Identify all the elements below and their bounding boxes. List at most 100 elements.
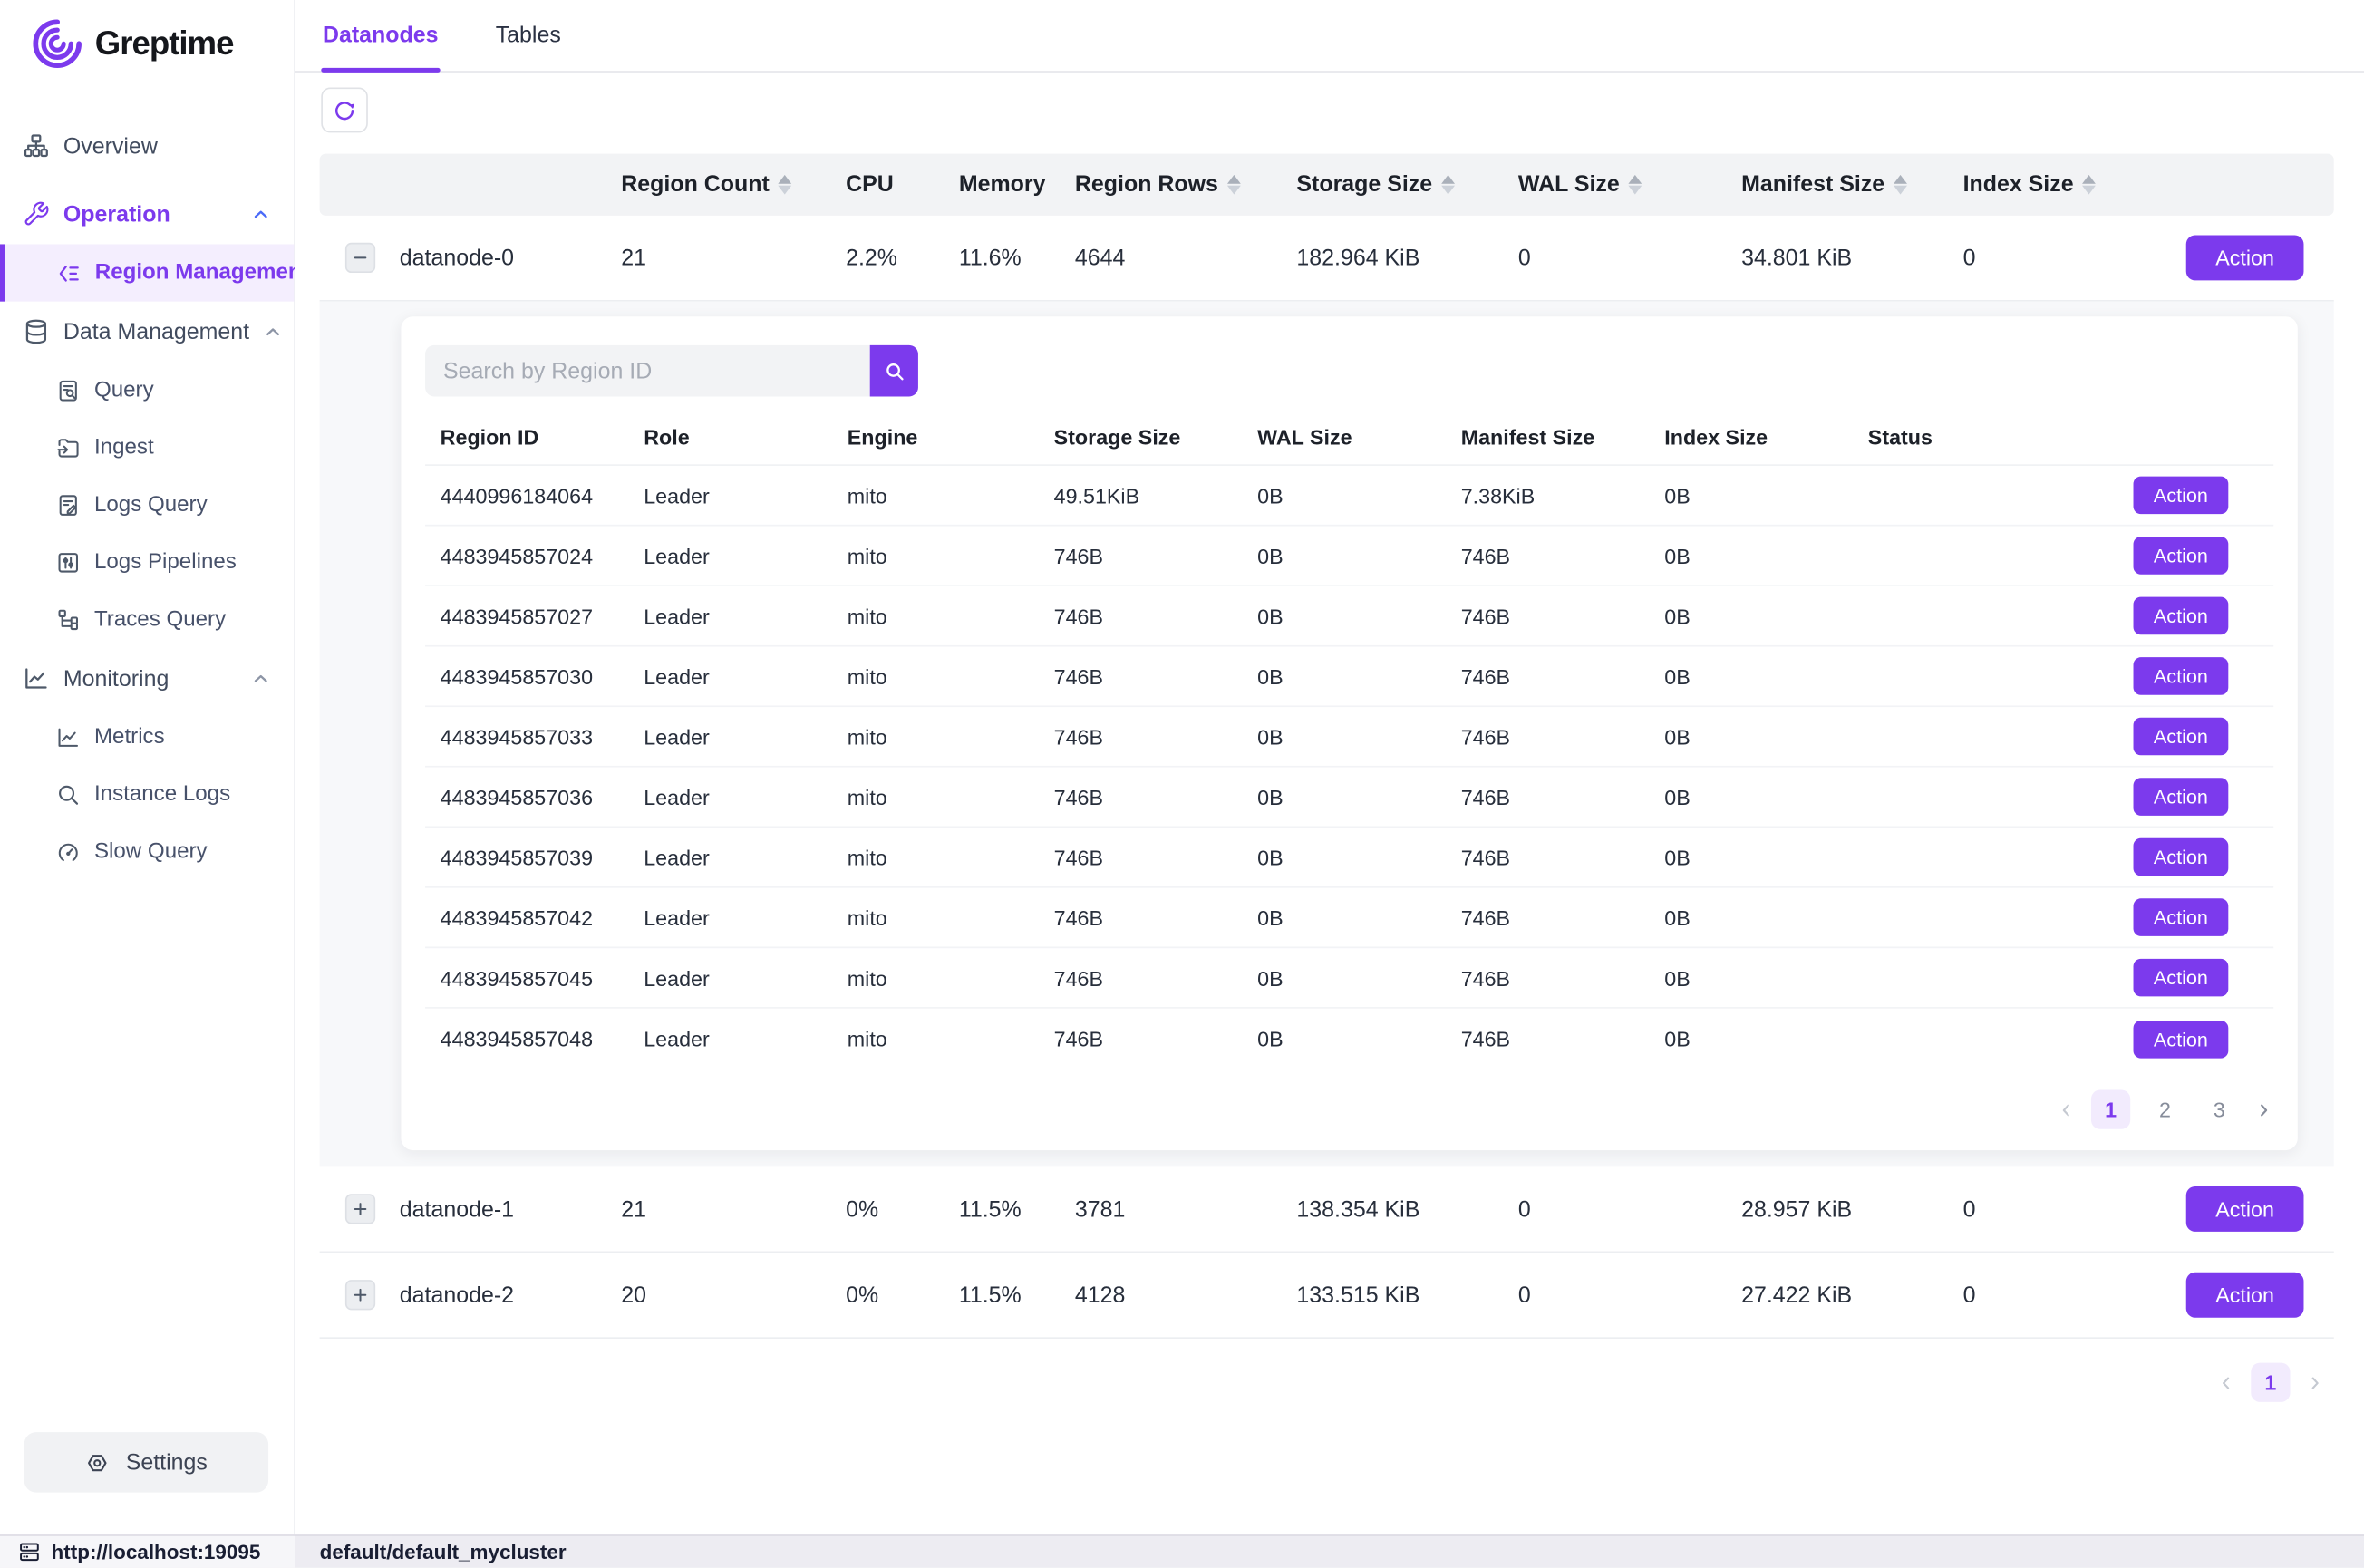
page-number[interactable]: 2	[2146, 1090, 2185, 1129]
action-button[interactable]: Action	[2186, 235, 2304, 280]
cluster-name[interactable]: default/default_mycluster	[320, 1541, 567, 1563]
page-number[interactable]: 1	[2091, 1090, 2130, 1129]
sidebar-item-metrics[interactable]: Metrics	[0, 709, 294, 766]
chevron-up-icon[interactable]	[250, 668, 271, 689]
sort-icon[interactable]	[1894, 175, 1907, 195]
settings-button[interactable]: Settings	[24, 1432, 268, 1493]
column-region-rows[interactable]: Region Rows	[1075, 172, 1297, 198]
page-number[interactable]: 3	[2200, 1090, 2239, 1129]
server-icon	[18, 1541, 41, 1563]
sidebar-item-label: Instance Logs	[94, 782, 230, 807]
folder-in-icon	[56, 435, 81, 460]
brand-name: Greptime	[95, 24, 234, 63]
region-table-header: Region ID Role Engine Storage Size WAL S…	[425, 409, 2273, 466]
sort-icon[interactable]	[1441, 175, 1455, 195]
tab-tables[interactable]: Tables	[494, 0, 562, 71]
sort-icon[interactable]	[2083, 175, 2097, 195]
region-action-button[interactable]: Action	[2134, 1020, 2229, 1058]
status-bar: http://localhost:19095 default/default_m…	[0, 1534, 2364, 1568]
gear-icon	[85, 1449, 111, 1475]
sidebar-item-label: Logs Query	[94, 493, 208, 518]
sliders-icon	[56, 550, 81, 575]
region-action-button[interactable]: Action	[2134, 838, 2229, 876]
action-button[interactable]: Action	[2186, 1273, 2304, 1318]
page-number[interactable]: 1	[2251, 1363, 2290, 1402]
region-id: 4483945857048	[425, 1027, 629, 1051]
datanode-row: datanode-2 20 0% 11.5% 4128 133.515 KiB …	[320, 1253, 2334, 1339]
sidebar-item-label: Region Management	[95, 261, 309, 286]
region-action-button[interactable]: Action	[2134, 537, 2229, 575]
chevron-up-icon[interactable]	[263, 321, 284, 342]
tab-bar: Datanodes Tables	[296, 0, 2364, 73]
region-management-icon	[56, 260, 82, 286]
sidebar-item-query[interactable]: Query	[0, 362, 294, 419]
expand-icon[interactable]	[344, 1280, 374, 1310]
region-action-button[interactable]: Action	[2134, 959, 2229, 997]
region-id: 4483945857036	[425, 785, 629, 809]
chart-line-icon	[23, 665, 50, 692]
sort-icon[interactable]	[1227, 175, 1241, 195]
datanode-table: Region Count CPU Memory Region Rows	[320, 154, 2334, 1402]
tab-datanodes[interactable]: Datanodes	[321, 0, 440, 71]
region-row: 4483945857027 Leader mito 746B 0B 746B 0…	[425, 586, 2273, 647]
sidebar-item-label: Metrics	[94, 725, 165, 750]
overview-icon	[23, 132, 50, 160]
sidebar-item-instance-logs[interactable]: Instance Logs	[0, 766, 294, 823]
search-icon	[883, 360, 906, 382]
chevron-up-icon[interactable]	[250, 204, 271, 225]
brand: Greptime	[0, 0, 294, 71]
sidebar-item-traces-query[interactable]: Traces Query	[0, 591, 294, 648]
region-action-button[interactable]: Action	[2134, 898, 2229, 936]
column-manifest-size[interactable]: Manifest Size	[1741, 172, 1963, 198]
column-region-count[interactable]: Region Count	[621, 172, 846, 198]
sort-icon[interactable]	[1629, 175, 1642, 195]
sort-icon[interactable]	[779, 175, 792, 195]
datanode-table-header: Region Count CPU Memory Region Rows	[320, 154, 2334, 216]
column-memory: Memory	[959, 172, 1075, 198]
region-action-button[interactable]: Action	[2134, 597, 2229, 635]
sidebar-item-region-management[interactable]: Region Management	[0, 244, 294, 301]
expand-icon[interactable]	[344, 1194, 374, 1224]
sidebar-item-ingest[interactable]: Ingest	[0, 419, 294, 476]
collapse-icon[interactable]	[344, 243, 374, 273]
sidebar-nav: Overview Operation	[0, 116, 294, 880]
refresh-button[interactable]	[321, 87, 368, 132]
search-input[interactable]	[425, 345, 870, 397]
sidebar-item-label: Operation	[63, 201, 170, 227]
region-action-button[interactable]: Action	[2134, 778, 2229, 816]
datanode-name: datanode-1	[400, 1196, 622, 1222]
greptime-logo-icon	[30, 16, 84, 71]
sidebar-item-logs-pipelines[interactable]: Logs Pipelines	[0, 534, 294, 591]
region-action-button[interactable]: Action	[2134, 718, 2229, 756]
page-next-icon	[2305, 1372, 2325, 1392]
column-index-size[interactable]: Index Size	[1963, 172, 2186, 198]
region-id: 4483945857024	[425, 544, 629, 568]
search-button[interactable]	[870, 345, 918, 397]
sidebar-item-monitoring[interactable]: Monitoring	[0, 648, 294, 709]
region-id: 4483945857033	[425, 724, 629, 749]
sidebar-item-overview[interactable]: Overview	[0, 116, 294, 177]
document-edit-icon	[56, 492, 81, 517]
app: Greptime Overview	[0, 0, 2364, 1568]
region-row: 4483945857033 Leader mito 746B 0B 746B 0…	[425, 707, 2273, 768]
sidebar-item-slow-query[interactable]: Slow Query	[0, 823, 294, 880]
page-next-icon[interactable]	[2254, 1099, 2274, 1119]
region-action-button[interactable]: Action	[2134, 477, 2229, 515]
region-row: 4483945857024 Leader mito 746B 0B 746B 0…	[425, 526, 2273, 586]
region-id: 4440996184064	[425, 483, 629, 508]
region-id: 4483945857039	[425, 845, 629, 869]
region-action-button[interactable]: Action	[2134, 657, 2229, 695]
sidebar-item-logs-query[interactable]: Logs Query	[0, 477, 294, 534]
server-url[interactable]: http://localhost:19095	[0, 1536, 296, 1568]
column-storage-size[interactable]: Storage Size	[1296, 172, 1518, 198]
datanode-name: datanode-2	[400, 1282, 622, 1308]
region-row: 4440996184064 Leader mito 49.51KiB 0B 7.…	[425, 466, 2273, 527]
action-button[interactable]: Action	[2186, 1186, 2304, 1232]
sidebar-item-data-management[interactable]: Data Management	[0, 302, 294, 363]
column-cpu: CPU	[846, 172, 959, 198]
database-icon	[23, 318, 50, 345]
sidebar-item-operation[interactable]: Operation	[0, 184, 294, 245]
sidebar-item-label: Overview	[63, 133, 158, 159]
region-id: 4483945857027	[425, 604, 629, 628]
column-wal-size[interactable]: WAL Size	[1518, 172, 1741, 198]
